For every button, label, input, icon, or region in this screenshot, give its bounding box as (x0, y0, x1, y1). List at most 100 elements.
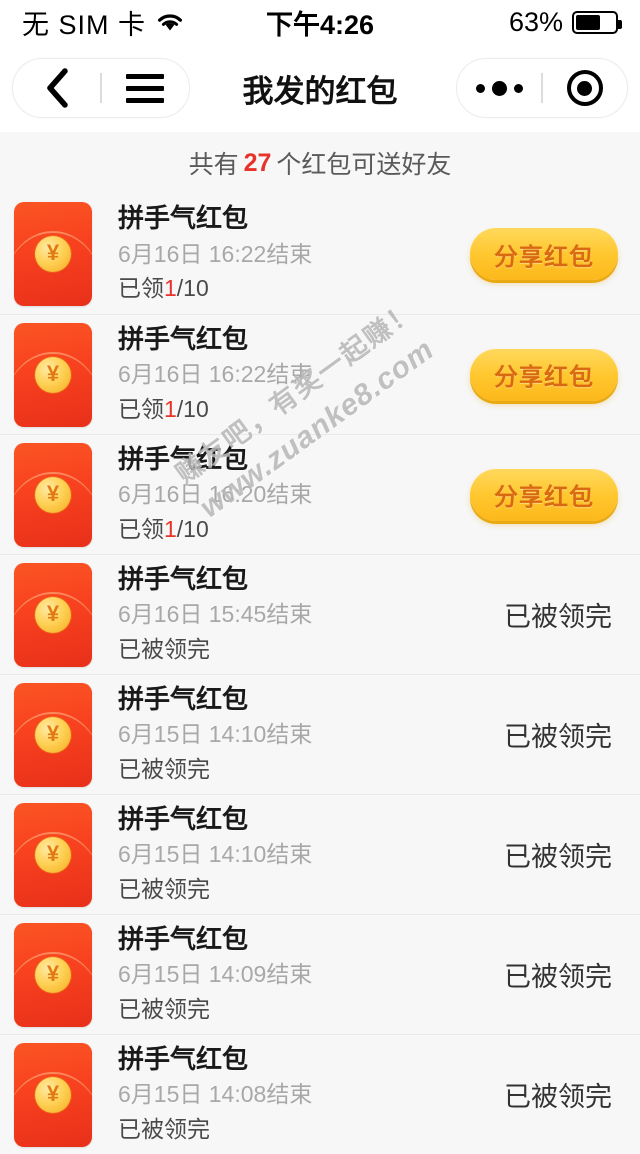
close-miniprogram-button[interactable] (543, 59, 627, 117)
list-item-action: 已被领完 (504, 595, 618, 634)
claim-status-prefix: 已被领完 (118, 995, 210, 1022)
list-item-title: 拼手气红包 (118, 443, 249, 474)
yuan-symbol: ¥ (46, 960, 60, 986)
list-item-info: 拼手气红包 6月15日 14:10结束 已被领完 (118, 684, 490, 786)
claim-status-prefix: 已被领完 (118, 875, 210, 902)
list-item-action: 已被领完 (504, 715, 618, 754)
list-item-claim-status: 已被领完 (118, 1113, 490, 1146)
more-dots-icon (475, 80, 523, 96)
list-item-info: 拼手气红包 6月16日 16:20结束 已领1/10 (118, 444, 456, 546)
summary-suffix: 个红包可送好友 (276, 151, 452, 179)
yuan-coin-icon: ¥ (35, 596, 71, 633)
list-item-info: 拼手气红包 6月15日 14:09结束 已被领完 (118, 924, 490, 1026)
list-item[interactable]: ¥ 拼手气红包 6月16日 16:20结束 已领1/10 分享红包 (0, 434, 640, 554)
summary-count: 27 (243, 148, 272, 177)
list-item-end-time: 6月16日 16:20结束 (118, 481, 313, 508)
list-item-action: 已被领完 (504, 1075, 618, 1114)
claim-status-prefix: 已被领完 (118, 755, 210, 782)
list-item-title: 拼手气红包 (118, 323, 249, 354)
yuan-symbol: ¥ (46, 480, 60, 506)
yuan-symbol: ¥ (46, 720, 60, 746)
menu-button[interactable] (102, 59, 189, 117)
list-item-end-time: 6月15日 14:10结束 (118, 721, 313, 748)
list-item-info: 拼手气红包 6月16日 16:22结束 已领1/10 (118, 203, 456, 305)
list-item-claim-status: 已被领完 (118, 633, 490, 666)
red-packet-icon: ¥ (14, 682, 92, 787)
target-circle-icon (566, 70, 603, 106)
claim-status-prefix: 已领 (118, 275, 164, 302)
claim-status-count: 1 (164, 275, 177, 302)
battery-fill (576, 14, 600, 30)
list-item-claim-status: 已被领完 (118, 993, 490, 1026)
list-item-claim-status: 已领1/10 (118, 513, 456, 546)
list-item-end-time: 6月16日 15:45结束 (118, 601, 313, 628)
list-item-title: 拼手气红包 (118, 683, 249, 714)
claim-status-prefix: 已领 (118, 515, 164, 542)
claim-status-prefix: 已被领完 (118, 1115, 210, 1142)
yuan-coin-icon: ¥ (35, 836, 71, 873)
claim-status-total: /10 (176, 515, 209, 542)
wifi-icon (155, 11, 185, 33)
claim-status-count: 1 (164, 515, 177, 542)
list-item-action: 分享红包 (470, 468, 618, 521)
yuan-coin-icon: ¥ (35, 236, 71, 272)
list-item-end-time: 6月15日 14:10结束 (118, 841, 313, 868)
list-item-title: 拼手气红包 (118, 563, 249, 594)
status-bar-left: 无 SIM 卡 (22, 3, 185, 42)
list-item-action: 已被领完 (504, 835, 618, 874)
status-bar-right: 63% (509, 7, 622, 38)
yuan-symbol: ¥ (46, 240, 60, 265)
summary-banner: 共有 27 个红包可送好友 (0, 132, 640, 194)
claim-status-prefix: 已被领完 (118, 635, 210, 662)
back-chevron-icon (44, 67, 70, 109)
list-item-title: 拼手气红包 (118, 1043, 249, 1074)
red-packet-list: ¥ 拼手气红包 6月16日 16:22结束 已领1/10 分享红包 ¥ 拼手气红包 6月16日… (0, 194, 640, 1154)
clock-label: 下午4:26 (265, 9, 375, 40)
list-item-end-time: 6月16日 16:22结束 (118, 240, 313, 267)
claim-status-count: 1 (164, 395, 177, 422)
list-item-end-time: 6月15日 14:09结束 (118, 961, 313, 988)
yuan-symbol: ¥ (46, 840, 60, 866)
red-packet-icon: ¥ (14, 322, 92, 427)
list-item-claim-status: 已领1/10 (118, 393, 456, 426)
back-button[interactable] (13, 59, 100, 117)
share-red-packet-button[interactable]: 分享红包 (470, 348, 618, 401)
navigation-bar: 我发的红包 (0, 44, 640, 132)
list-item-info: 拼手气红包 6月16日 16:22结束 已领1/10 (118, 324, 456, 426)
more-button[interactable] (457, 59, 541, 117)
list-item-action: 分享红包 (470, 348, 618, 401)
red-packet-icon: ¥ (14, 802, 92, 907)
fully-claimed-label: 已被领完 (504, 602, 612, 632)
list-item-action: 分享红包 (470, 228, 618, 280)
red-packet-icon: ¥ (14, 1042, 92, 1147)
share-red-packet-button[interactable]: 分享红包 (470, 468, 618, 521)
list-item-claim-status: 已被领完 (118, 873, 490, 906)
list-item-info: 拼手气红包 6月15日 14:08结束 已被领完 (118, 1044, 490, 1146)
status-bar: 无 SIM 卡 下午4:26 63% (0, 0, 640, 44)
red-packet-icon: ¥ (14, 442, 92, 547)
list-item-title: 拼手气红包 (118, 803, 249, 834)
list-item-title: 拼手气红包 (118, 923, 249, 954)
list-item-claim-status: 已领1/10 (118, 272, 456, 305)
list-item-action: 已被领完 (504, 955, 618, 994)
yuan-symbol: ¥ (46, 360, 60, 386)
list-item[interactable]: ¥ 拼手气红包 6月16日 16:22结束 已领1/10 分享红包 (0, 314, 640, 434)
list-item-end-time: 6月15日 14:08结束 (118, 1081, 313, 1108)
list-item[interactable]: ¥ 拼手气红包 6月15日 14:09结束 已被领完 已被领完 (0, 914, 640, 1034)
yuan-coin-icon: ¥ (35, 1076, 71, 1113)
list-item[interactable]: ¥ 拼手气红包 6月15日 14:10结束 已被领完 已被领完 (0, 674, 640, 794)
battery-icon (572, 10, 622, 34)
nav-left-capsule (12, 58, 190, 118)
list-item-info: 拼手气红包 6月15日 14:10结束 已被领完 (118, 804, 490, 906)
list-item[interactable]: ¥ 拼手气红包 6月15日 14:10结束 已被领完 已被领完 (0, 794, 640, 914)
share-red-packet-button[interactable]: 分享红包 (470, 228, 618, 280)
carrier-label: 无 SIM 卡 (22, 9, 147, 40)
hamburger-menu-icon (126, 73, 165, 103)
list-item[interactable]: ¥ 拼手气红包 6月16日 16:22结束 已领1/10 分享红包 (0, 194, 640, 314)
yuan-coin-icon: ¥ (35, 716, 71, 753)
claim-status-total: /10 (176, 395, 209, 422)
list-item[interactable]: ¥ 拼手气红包 6月16日 15:45结束 已被领完 已被领完 (0, 554, 640, 674)
summary-prefix: 共有 (188, 151, 239, 179)
list-item-claim-status: 已被领完 (118, 753, 490, 786)
list-item[interactable]: ¥ 拼手气红包 6月15日 14:08结束 已被领完 已被领完 (0, 1034, 640, 1154)
